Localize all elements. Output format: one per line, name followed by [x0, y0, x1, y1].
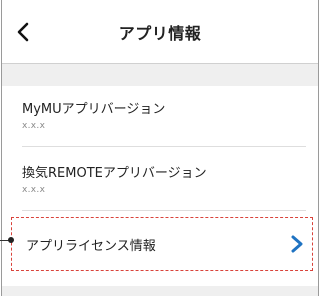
item-value: x.x.x — [22, 185, 46, 195]
item-label: MyMUアプリバージョン — [22, 102, 166, 117]
app-screen: アプリ情報 MyMUアプリバージョン x.x.x 換気REMOTEアプリバージョ… — [1, 0, 319, 296]
page-title: アプリ情報 — [118, 24, 202, 43]
chevron-right-icon — [291, 235, 303, 253]
list-item-kanki-remote-version: 換気REMOTEアプリバージョン x.x.x — [22, 162, 308, 195]
item-value: x.x.x — [22, 121, 46, 131]
callout-dot — [8, 237, 14, 243]
bottom-spacer — [2, 286, 318, 296]
nav-header: アプリ情報 — [2, 0, 318, 64]
divider — [22, 210, 306, 211]
list-item-mymu-version: MyMUアプリバージョン x.x.x — [22, 98, 308, 131]
license-label: アプリライセンス情報 — [26, 239, 156, 254]
item-label: 換気REMOTEアプリバージョン — [22, 166, 207, 181]
section-spacer — [2, 64, 318, 86]
divider — [22, 146, 306, 147]
license-info-row[interactable]: アプリライセンス情報 — [11, 217, 313, 271]
